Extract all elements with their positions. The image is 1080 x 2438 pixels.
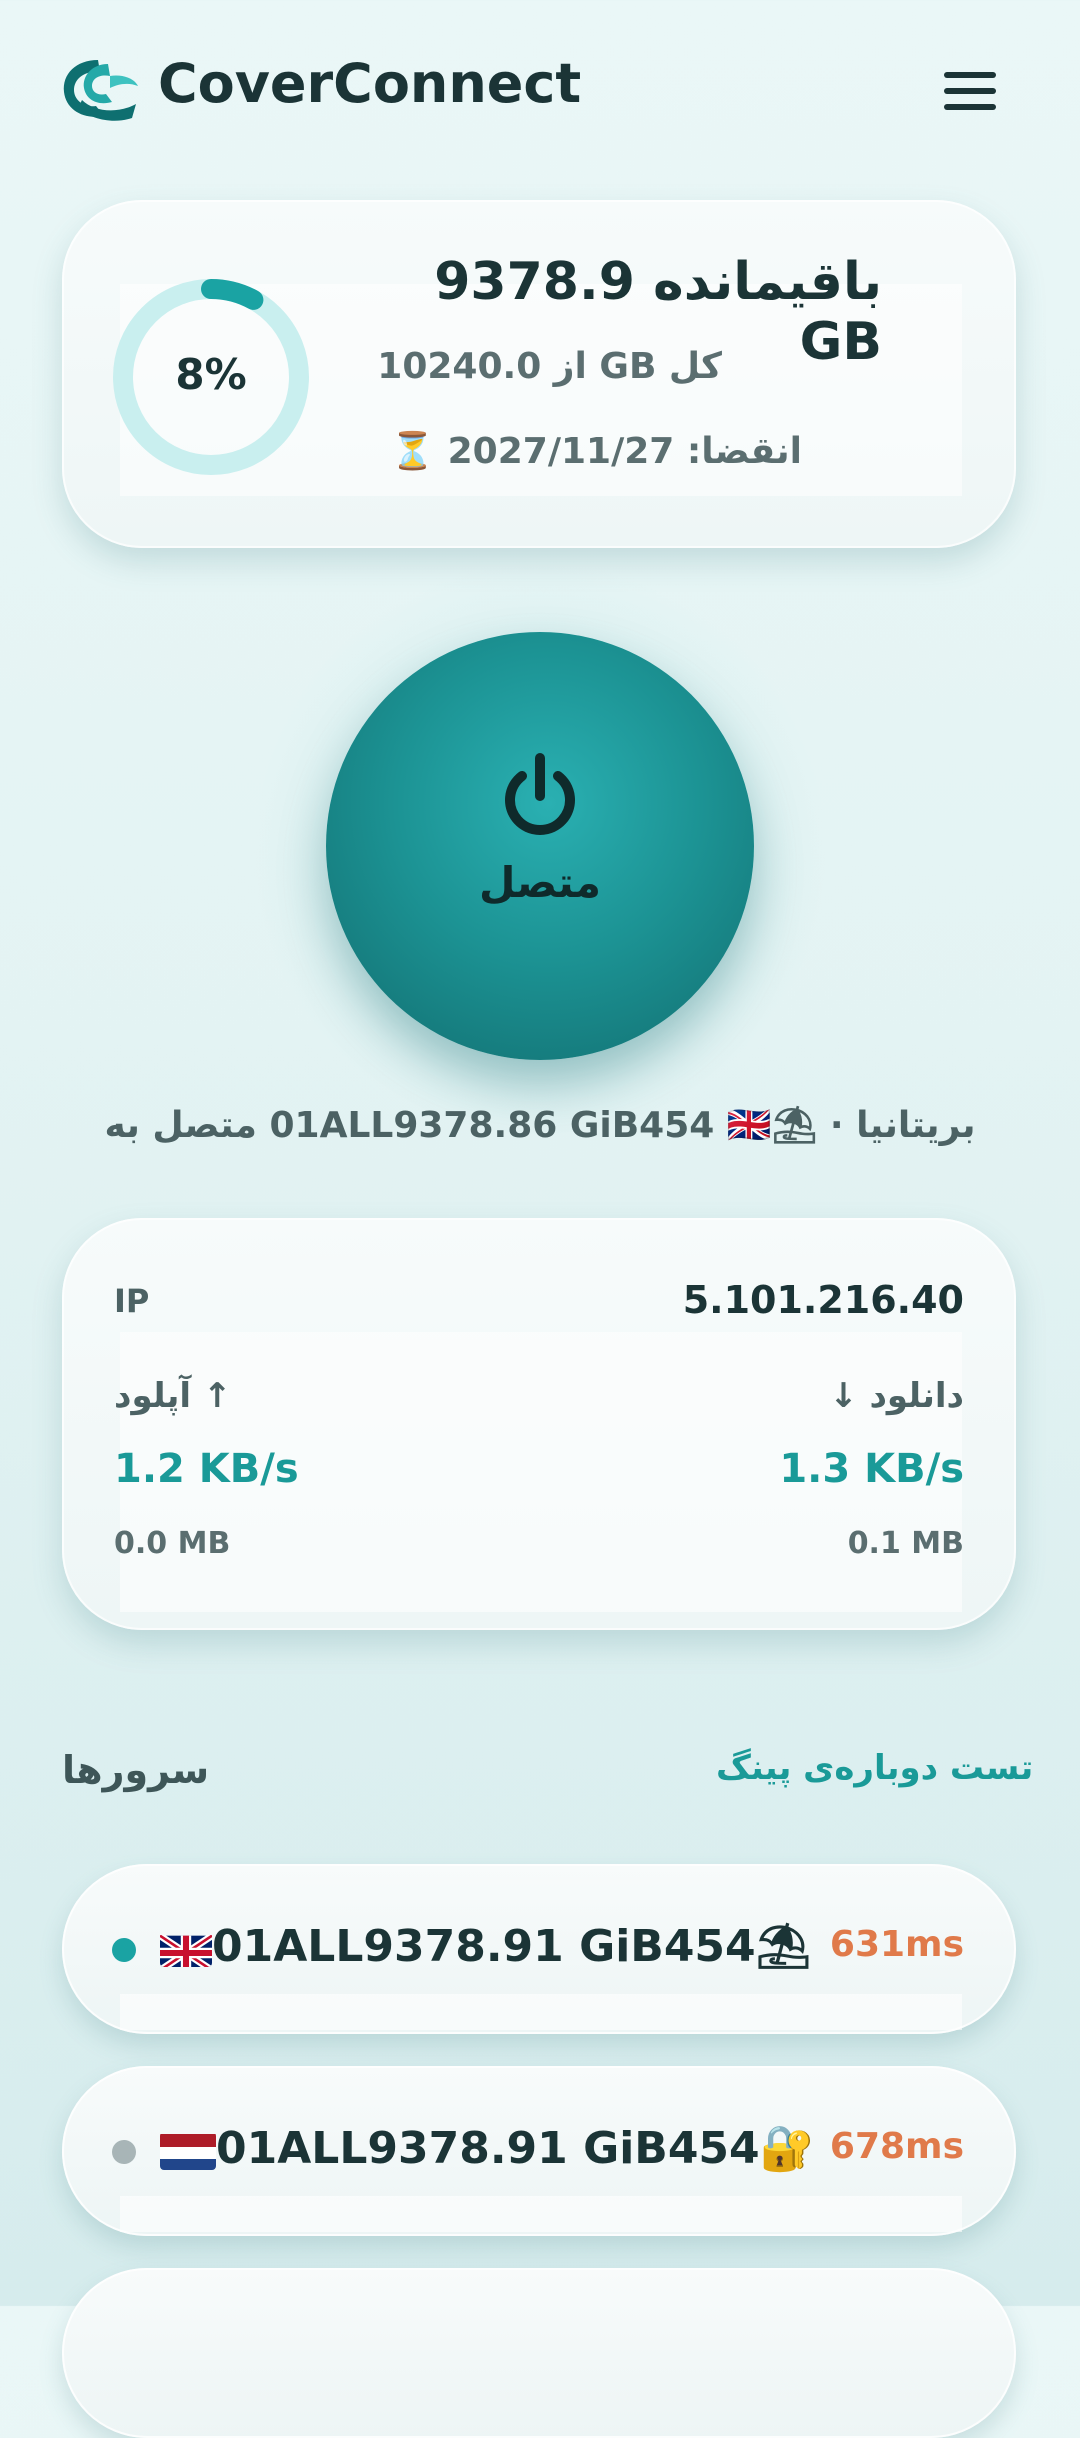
server-item[interactable]: 01ALL9378.91 GiB454⛱ 631ms — [62, 1864, 1016, 2034]
app-title: CoverConnect — [158, 52, 582, 115]
netherlands-flag-icon — [160, 2132, 216, 2170]
uk-flag-icon — [160, 1931, 212, 1967]
download-total: 0.1 MB — [847, 1526, 964, 1561]
server-item-name: 01ALL9378.91 GiB454🔐 — [160, 2122, 814, 2174]
usage-card: 8% باقیمانده 9378.9 GB کل GB از 10240.0 … — [62, 200, 1016, 548]
active-status-dot — [112, 1938, 136, 1962]
connect-power-button[interactable]: متصل — [326, 632, 754, 1060]
server-item[interactable] — [62, 2268, 1016, 2438]
server-item-inner — [120, 1994, 962, 2030]
server-item-label: 01ALL9378.91 GiB454⛱ — [212, 1921, 812, 1972]
download-speed: 1.3 KB/s — [779, 1446, 964, 1492]
connected-server-line: بریتانیا · ⛱01ALL9378.86 GiB454 🇬🇧 متصل … — [104, 1105, 976, 1146]
ip-label: IP — [114, 1282, 150, 1320]
connection-status-label: متصل — [478, 858, 602, 907]
server-item-name: 01ALL9378.91 GiB454⛱ — [160, 1920, 812, 1972]
server-item-label: 01ALL9378.91 GiB454🔐 — [216, 2123, 815, 2174]
upload-total: 0.0 MB — [114, 1526, 231, 1561]
inactive-status-dot — [112, 2140, 136, 2164]
app-header: CoverConnect — [0, 0, 1080, 170]
server-ping: 631ms — [829, 1924, 964, 1965]
hamburger-menu-icon[interactable] — [940, 70, 1000, 112]
retest-ping-button[interactable]: تست دوباره‌ی پینگ — [716, 1748, 1033, 1788]
download-label: دانلود ↓ — [829, 1376, 964, 1416]
app-logo-icon — [58, 56, 140, 122]
upload-label: ↑ آپلود — [114, 1376, 232, 1416]
upload-speed: 1.2 KB/s — [114, 1446, 299, 1492]
connection-stats-card: IP 5.101.216.40 ↑ آپلود دانلود ↓ 1.2 KB/… — [62, 1218, 1016, 1630]
ip-value: 5.101.216.40 — [682, 1278, 964, 1322]
server-item-inner — [120, 2196, 962, 2232]
expiry-date: انقضا: 2027/11/27 ⏳ — [390, 431, 802, 472]
usage-percent: 8% — [175, 350, 247, 399]
power-icon — [505, 753, 575, 835]
server-item[interactable]: 01ALL9378.91 GiB454🔐 678ms — [62, 2066, 1016, 2236]
total-data: کل GB از 10240.0 — [377, 346, 722, 387]
server-ping: 678ms — [829, 2126, 964, 2167]
servers-title: سرورها — [62, 1748, 210, 1792]
